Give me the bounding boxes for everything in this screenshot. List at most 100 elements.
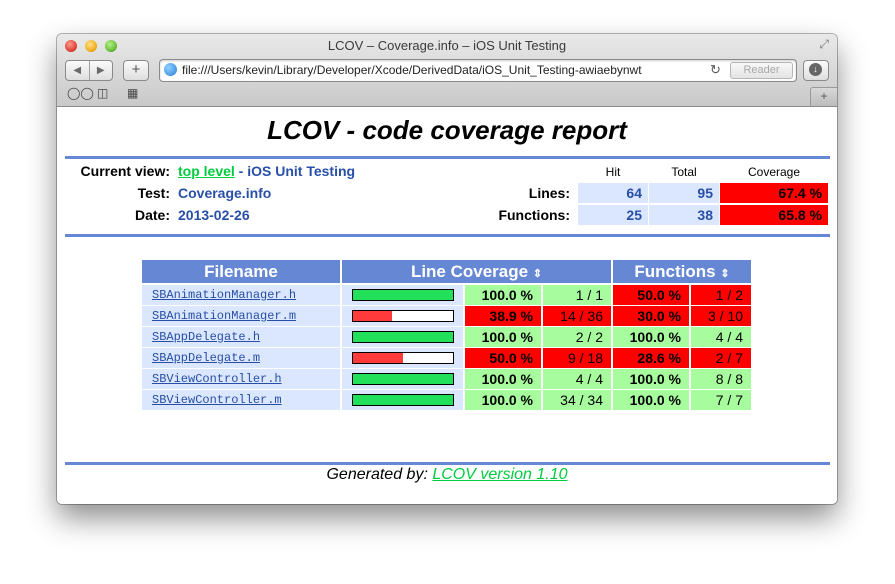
downloads-button[interactable]: ↓ [803,60,829,81]
browser-toolbar: LCOV – Coverage.info – iOS Unit Testing … [57,34,837,107]
current-view-project: - iOS Unit Testing [234,163,356,179]
download-arrow-icon: ↓ [809,63,822,76]
coverage-bar-cell [342,369,463,389]
function-coverage-percent: 50.0 % [613,285,689,305]
function-coverage-count: 8 / 8 [691,369,751,389]
current-view-value: top level - iOS Unit Testing [178,163,355,179]
back-button[interactable]: ◀ [66,61,90,80]
bookmarks-book-icon[interactable]: ◫ [97,86,108,100]
line-coverage-header-label: Line Coverage [410,262,529,281]
file-link[interactable]: SBAppDelegate.h [142,327,340,347]
sort-icon[interactable]: ⇕ [720,268,729,280]
file-link[interactable]: SBViewController.m [142,390,340,410]
coverage-bar-fill [353,395,453,405]
function-coverage-percent: 100.0 % [613,390,689,410]
functions-coverage: 65.8 % [720,205,828,225]
back-forward-buttons: ◀ ▶ [65,60,113,81]
line-coverage-count: 14 / 36 [543,306,611,326]
coverage-bar-fill [353,290,453,300]
lines-label: Lines: [528,185,570,201]
top-level-link[interactable]: top level [178,163,235,179]
sort-icon[interactable]: ⇕ [533,268,542,280]
address-bar[interactable]: file:///Users/kevin/Library/Developer/Xc… [159,59,797,82]
reading-list-icon[interactable]: ◯◯ [67,86,94,100]
line-coverage-percent: 50.0 % [465,348,541,368]
function-coverage-percent: 28.6 % [613,348,689,368]
coverage-bar [352,394,454,406]
summary-header-coverage: Coverage [747,165,801,179]
functions-header-label: Functions [634,262,716,281]
coverage-bar-fill [353,311,392,321]
line-coverage-percent: 100.0 % [465,285,541,305]
header-ruler-bottom [65,234,830,237]
coverage-bar-fill [353,353,403,363]
lines-total: 95 [649,183,719,203]
line-coverage-percent: 100.0 % [465,390,541,410]
summary-header-hit: Hit [605,165,621,179]
functions-header[interactable]: Functions ⇕ [613,260,751,283]
function-coverage-percent: 100.0 % [613,369,689,389]
function-coverage-count: 3 / 10 [691,306,751,326]
globe-icon [164,63,177,76]
line-coverage-count: 4 / 4 [543,369,611,389]
functions-label: Functions: [498,207,570,223]
file-link[interactable]: SBAnimationManager.h [142,285,340,305]
function-coverage-count: 1 / 2 [691,285,751,305]
file-link[interactable]: SBAppDelegate.m [142,348,340,368]
lines-coverage: 67.4 % [720,183,828,203]
test-label: Test: [137,185,170,201]
line-coverage-header[interactable]: Line Coverage ⇕ [342,260,611,283]
reader-button[interactable]: Reader [730,62,793,79]
line-coverage-percent: 38.9 % [465,306,541,326]
add-bookmark-button[interactable]: + [123,60,149,81]
footer: Generated by: LCOV version 1.10 [57,466,837,484]
coverage-bar [352,310,454,322]
fullscreen-icon[interactable]: ⤢ [819,37,829,52]
line-coverage-count: 9 / 18 [543,348,611,368]
lcov-version-link[interactable]: LCOV version 1.10 [432,466,567,483]
forward-button[interactable]: ▶ [90,61,113,80]
coverage-bar-fill [353,374,453,384]
date-value: 2013-02-26 [178,207,250,223]
file-link[interactable]: SBViewController.h [142,369,340,389]
line-coverage-count: 1 / 1 [543,285,611,305]
coverage-bar [352,331,454,343]
coverage-bar [352,373,454,385]
coverage-bar [352,352,454,364]
new-tab-button[interactable]: + [810,87,837,106]
page-content: LCOV - code coverage report Current view… [57,107,837,504]
report-title: LCOV - code coverage report [267,115,627,145]
test-value: Coverage.info [178,185,272,201]
function-coverage-percent: 30.0 % [613,306,689,326]
coverage-bar-cell [342,348,463,368]
url-text[interactable]: file:///Users/kevin/Library/Developer/Xc… [182,63,702,77]
window-title: LCOV – Coverage.info – iOS Unit Testing [327,38,567,53]
reload-icon[interactable]: ↻ [710,62,721,78]
line-coverage-percent: 100.0 % [465,369,541,389]
summary-header-total: Total [671,165,697,179]
function-coverage-count: 7 / 7 [691,390,751,410]
browser-window: LCOV – Coverage.info – iOS Unit Testing … [57,34,837,504]
function-coverage-percent: 100.0 % [613,327,689,347]
coverage-bar-cell [342,306,463,326]
file-link[interactable]: SBAnimationManager.m [142,306,340,326]
coverage-bar-cell [342,327,463,347]
functions-total: 38 [649,205,719,225]
footer-prefix: Generated by: [326,466,433,483]
function-coverage-count: 2 / 7 [691,348,751,368]
footer-ruler [65,462,830,465]
date-label: Date: [134,207,170,223]
functions-hit: 25 [578,205,648,225]
coverage-bar-cell [342,390,463,410]
header-ruler-top [65,156,830,159]
coverage-bar-fill [353,332,453,342]
coverage-bar [352,289,454,301]
line-coverage-count: 2 / 2 [543,327,611,347]
coverage-bar-cell [342,285,463,305]
top-sites-grid-icon[interactable]: ▦ [127,86,138,100]
line-coverage-percent: 100.0 % [465,327,541,347]
lines-hit: 64 [578,183,648,203]
line-coverage-count: 34 / 34 [543,390,611,410]
function-coverage-count: 4 / 4 [691,327,751,347]
current-view-label: Current view: [80,163,170,179]
